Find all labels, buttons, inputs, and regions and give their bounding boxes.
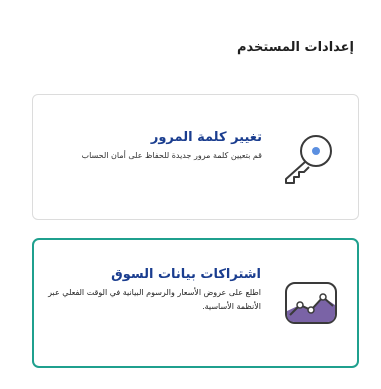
page-title: إعدادات المستخدم — [236, 40, 354, 55]
key-icon — [280, 129, 336, 185]
market-data-title: اشتراكات بيانات السوق — [111, 267, 261, 282]
change-password-description: قم بتعيين كلمة مرور جديدة للحفاظ على أما… — [81, 151, 262, 160]
chart-icon — [283, 275, 339, 331]
market-data-description: اطلع على عروض الأسعار والرسوم البيانية ف… — [48, 288, 261, 311]
change-password-title: تغيير كلمة المرور — [150, 130, 262, 145]
change-password-card[interactable]: تغيير كلمة المرور قم بتعيين كلمة مرور جد… — [32, 94, 359, 220]
market-data-card[interactable]: اشتراكات بيانات السوق اطلع على عروض الأس… — [32, 238, 359, 368]
